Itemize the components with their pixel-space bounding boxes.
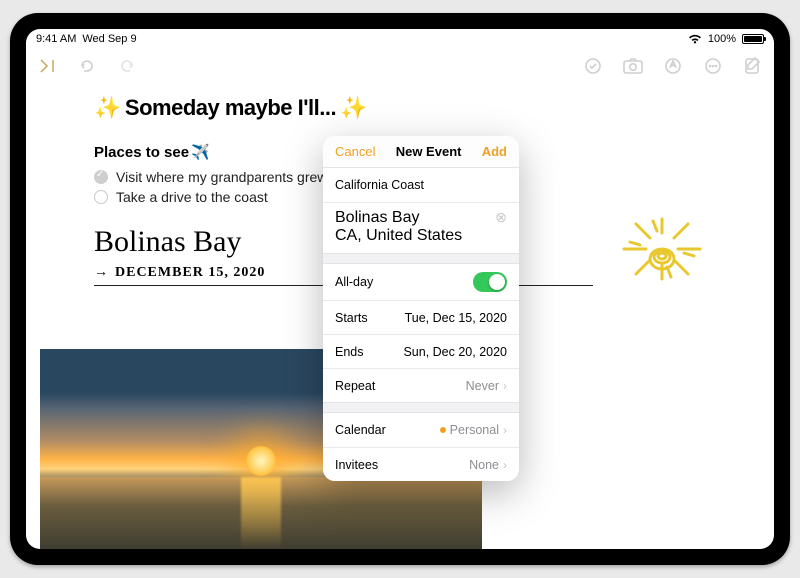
calendar-row[interactable]: Calendar Personal› — [323, 413, 519, 447]
markup-button[interactable] — [662, 55, 684, 77]
undo-button[interactable] — [76, 55, 98, 77]
sparkle-icon: ✨ — [340, 95, 367, 121]
checkbox-unchecked-icon[interactable] — [94, 190, 108, 204]
airplane-icon: ✈️ — [191, 143, 210, 161]
notes-toolbar — [26, 49, 774, 83]
event-location-field[interactable]: Bolinas Bay CA, United States ⊗ — [323, 202, 519, 253]
more-button[interactable] — [702, 55, 724, 77]
status-date: Wed Sep 9 — [82, 33, 136, 45]
status-battery-pct: 100% — [708, 33, 736, 45]
starts-row[interactable]: Starts Tue, Dec 15, 2020 — [323, 300, 519, 334]
ipad-frame: 9:41 AM Wed Sep 9 100% — [10, 13, 790, 565]
photo-sun — [246, 446, 276, 476]
popover-header: Cancel New Event Add — [323, 136, 519, 167]
status-time: 9:41 AM — [36, 33, 76, 45]
invitees-row[interactable]: Invitees None› — [323, 447, 519, 481]
camera-button[interactable] — [622, 55, 644, 77]
photo-reflection — [241, 477, 281, 549]
status-bar: 9:41 AM Wed Sep 9 100% — [26, 29, 774, 49]
redo-button[interactable] — [116, 55, 138, 77]
desk-surface: 9:41 AM Wed Sep 9 100% — [0, 0, 800, 578]
add-button[interactable]: Add — [482, 144, 507, 159]
checklist-item-label: Take a drive to the coast — [116, 189, 268, 205]
all-day-row: All-day — [323, 264, 519, 300]
sun-drawing[interactable] — [612, 209, 712, 309]
calendar-color-dot — [440, 427, 446, 433]
screen: 9:41 AM Wed Sep 9 100% — [26, 29, 774, 549]
arrow-right-icon: → — [94, 263, 109, 279]
ends-row[interactable]: Ends Sun, Dec 20, 2020 — [323, 334, 519, 368]
chevron-right-icon: › — [503, 423, 507, 437]
repeat-row[interactable]: Repeat Never› — [323, 368, 519, 402]
cancel-button[interactable]: Cancel — [335, 144, 375, 159]
compose-button[interactable] — [742, 55, 764, 77]
checklist-button[interactable] — [582, 55, 604, 77]
new-event-popover: Cancel New Event Add California Coast Bo… — [323, 136, 519, 481]
checkbox-checked-icon[interactable] — [94, 170, 108, 184]
popover-title: New Event — [396, 144, 462, 159]
sparkle-icon: ✨ — [94, 95, 121, 121]
collapse-sidebar-button[interactable] — [36, 55, 58, 77]
chevron-right-icon: › — [503, 379, 507, 393]
event-title-field[interactable]: California Coast — [323, 168, 519, 202]
clear-icon[interactable]: ⊗ — [495, 209, 507, 226]
chevron-right-icon: › — [503, 458, 507, 472]
wifi-icon — [688, 34, 702, 44]
note-title[interactable]: ✨ Someday maybe I'll... ✨ — [94, 95, 734, 121]
all-day-toggle[interactable] — [473, 272, 507, 292]
battery-icon — [742, 34, 764, 44]
checklist-item-label: Visit where my grandparents grew up — [116, 169, 347, 185]
